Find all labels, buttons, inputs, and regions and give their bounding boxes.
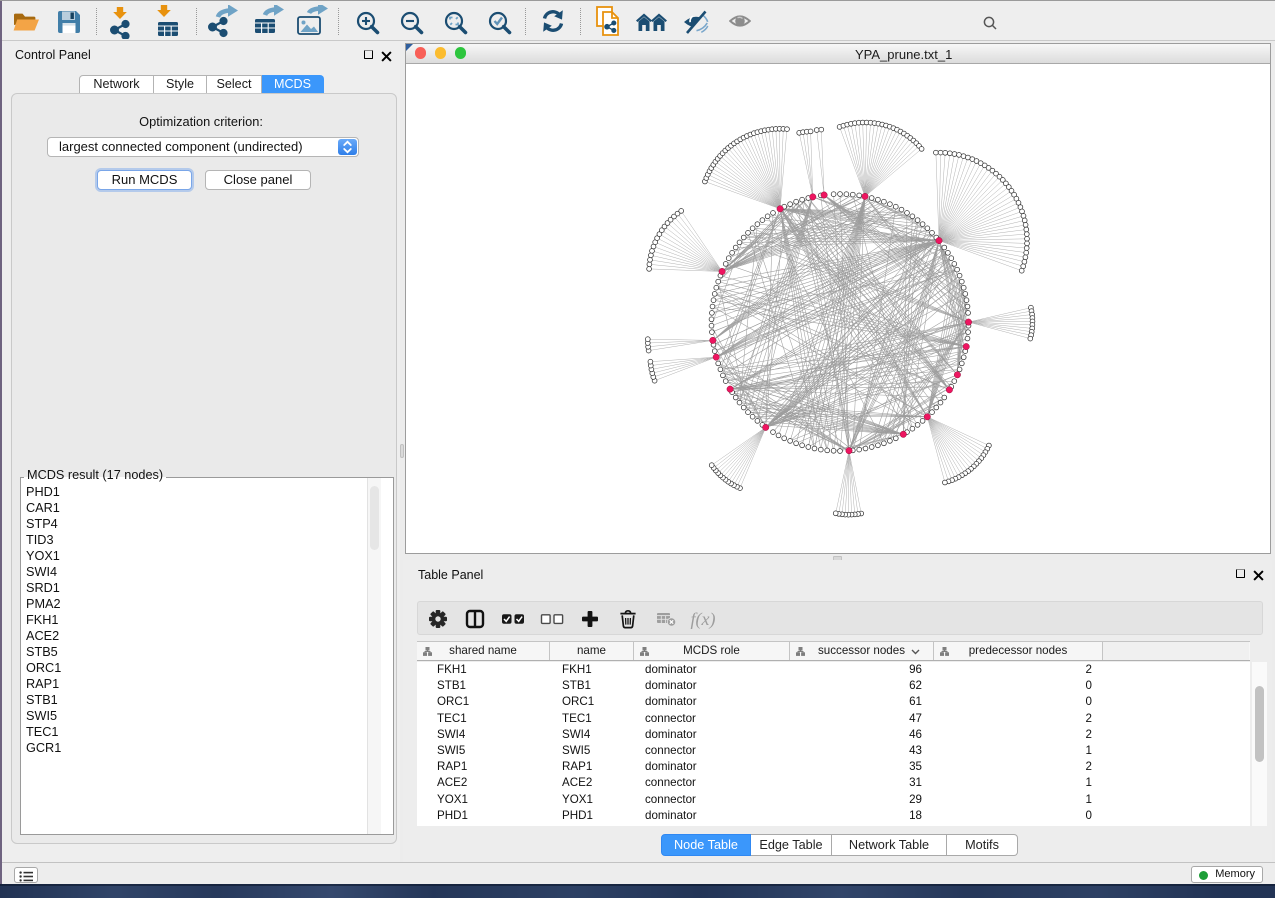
svg-text:f(x): f(x): [691, 609, 716, 630]
